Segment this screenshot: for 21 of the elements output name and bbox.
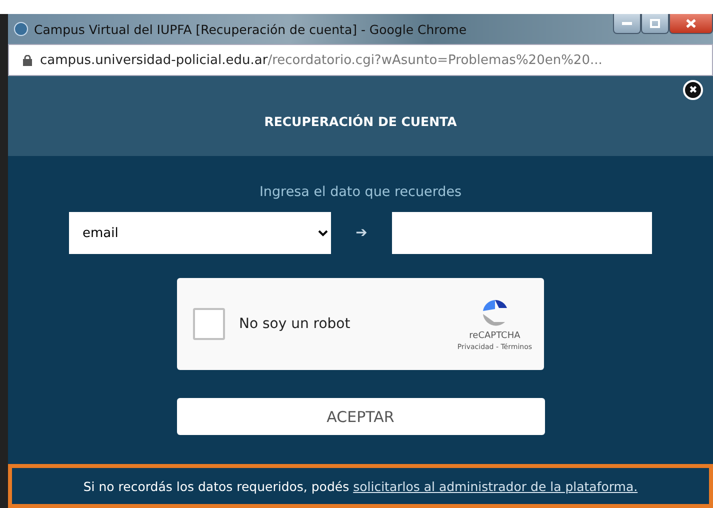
prompt-text: Ingresa el dato que recuerdes [259,184,462,200]
maximize-icon [650,19,660,28]
field-type-select[interactable]: email [68,212,330,254]
footer-text: Si no recordás los datos requeridos, podés [83,478,350,494]
recaptcha-brand: reCAPTCHA [469,331,520,341]
captcha-checkbox[interactable] [193,308,225,340]
accept-button[interactable]: ACEPTAR [176,398,544,435]
lock-icon [23,54,32,66]
minimize-icon [622,22,632,26]
maximize-button[interactable] [641,14,669,34]
captcha-label: No soy un robot [239,316,352,332]
window-title: Campus Virtual del IUPFA [Recuperación de cuenta] - Google Chrome [34,22,468,36]
input-field[interactable] [392,212,652,254]
browser-icon [14,22,28,36]
admin-request-link[interactable]: solicitarlos al administrador de la plataforma. [353,478,638,494]
close-button[interactable] [669,14,713,34]
arrow-icon: ➔ [356,225,368,241]
minimize-button[interactable] [613,14,641,34]
close-button[interactable]: ✖ [683,80,703,100]
dialog-title: RECUPERACIÓN DE CUENTA [264,114,457,128]
close-icon [686,19,696,28]
